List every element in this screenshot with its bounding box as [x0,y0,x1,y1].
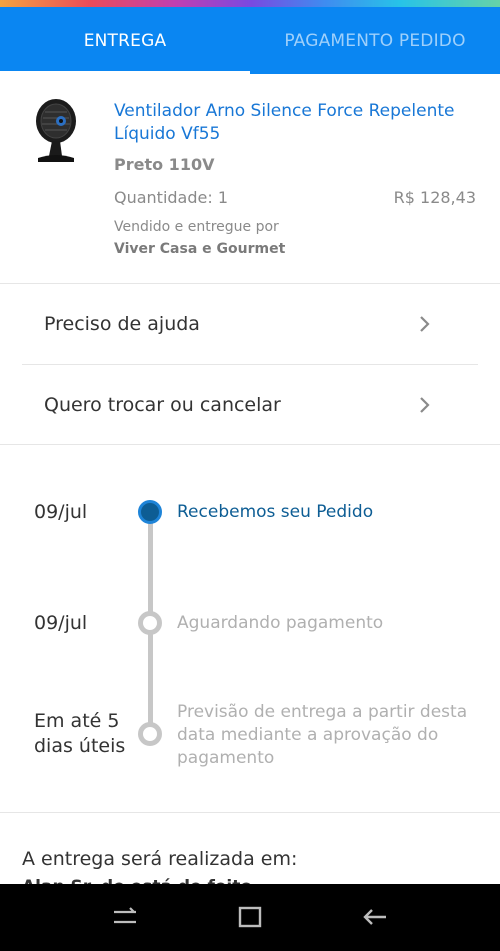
step-3-dot [138,722,162,746]
tab-pagamento-pedido[interactable]: PAGAMENTO PEDIDO [250,7,500,74]
step-2-date: 09/jul [34,612,88,634]
product-quantity: Quantidade: 1 [114,188,229,207]
seller-name: Viver Casa e Gourmet [114,241,286,257]
help-label: Preciso de ajuda [44,313,200,335]
order-timeline: 09/jul Recebemos seu Pedido 09/jul Aguar… [0,444,500,812]
tab-entrega-label: ENTREGA [83,30,167,51]
tab-bar: ENTREGA PAGAMENTO PEDIDO [0,7,500,74]
product-price: R$ 128,43 [393,188,476,207]
help-menu-item[interactable]: Preciso de ajuda [22,284,478,364]
exchange-cancel-menu-item[interactable]: Quero trocar ou cancelar [22,365,478,445]
step-1-date: 09/jul [34,501,88,523]
step-1-status: Recebemos seu Pedido [177,502,374,522]
chevron-right-icon [416,396,434,414]
chevron-right-icon [416,315,434,333]
system-navigation-bar [0,884,500,951]
tab-pagamento-label: PAGAMENTO PEDIDO [284,30,466,51]
product-card[interactable]: Ventilador Arno Silence Force Repelente … [0,74,500,283]
status-accent-bar [0,0,500,7]
home-icon[interactable] [235,902,265,932]
step-2-status: Aguardando pagamento [177,613,384,633]
tab-entrega[interactable]: ENTREGA [0,7,250,74]
product-variant: Preto 110V [114,155,215,174]
step-3-date: Em até 5 dias úteis [34,710,126,757]
step-1-dot [138,500,162,524]
product-title-link[interactable]: Ventilador Arno Silence Force Repelente … [114,100,474,146]
exchange-cancel-label: Quero trocar ou cancelar [44,394,281,416]
desk-fan-icon[interactable] [28,96,84,166]
step-2-dot [138,611,162,635]
step-3-status: Previsão de entrega a partir desta data … [177,702,468,768]
section-divider [0,812,500,813]
back-icon[interactable] [360,902,390,932]
recent-apps-icon[interactable] [110,902,140,932]
sold-by-label: Vendido e entregue por [114,219,279,235]
delivery-address-heading: A entrega será realizada em: [22,848,298,870]
